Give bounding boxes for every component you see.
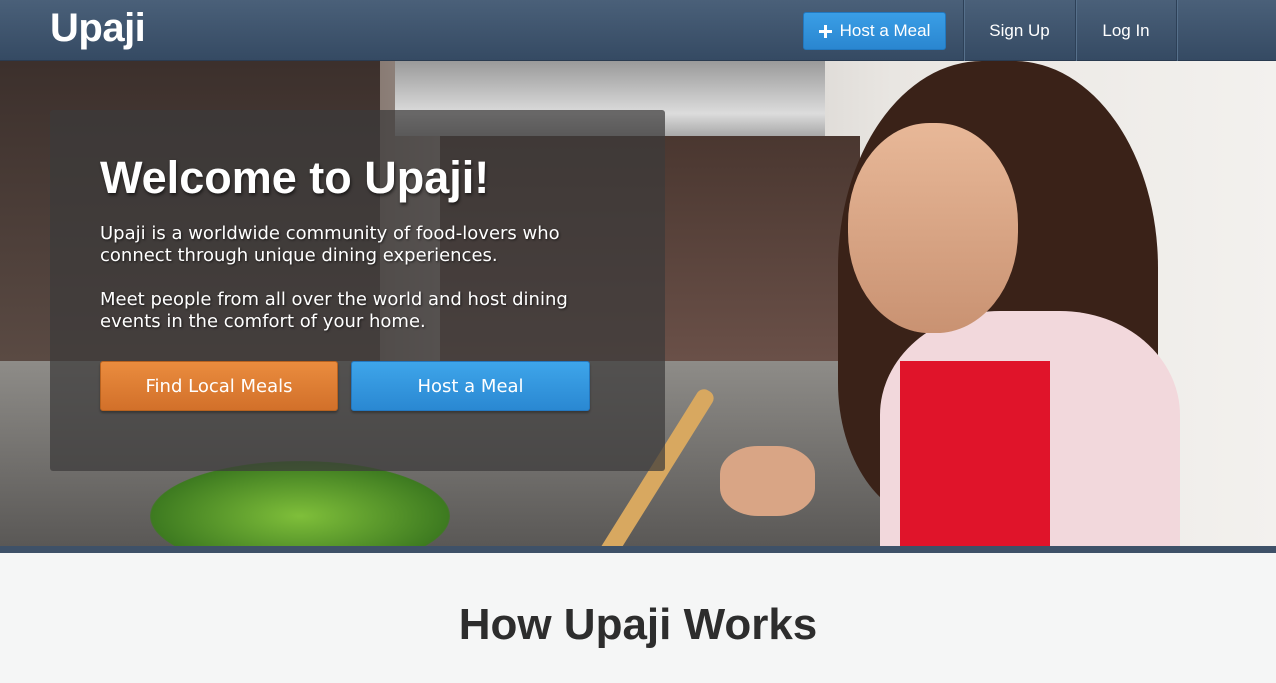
hero-image-woman-face — [848, 123, 1018, 333]
hero-image-apron — [900, 361, 1050, 546]
plus-icon — [818, 24, 832, 38]
nav-host-meal-label: Host a Meal — [839, 21, 931, 40]
brand-logo[interactable]: Upaji — [50, 6, 146, 51]
hero-paragraph-host: Meet people from all over the world and … — [100, 289, 568, 332]
how-it-works-heading: How Upaji Works — [458, 600, 818, 649]
log-in-link[interactable]: Log In — [1076, 0, 1176, 61]
find-local-meals-button[interactable]: Find Local Meals — [100, 361, 338, 411]
hero-title: Welcome to Upaji! — [100, 152, 490, 203]
nav-divider — [1176, 0, 1177, 61]
hero-paragraph-community: Upaji is a worldwide community of food-l… — [100, 223, 560, 266]
top-navbar: Upaji Host a Meal Sign Up Log In — [0, 0, 1276, 61]
nav-host-meal-button[interactable]: Host a Meal — [803, 12, 946, 50]
hero-bottom-border — [0, 546, 1276, 553]
sign-up-link[interactable]: Sign Up — [964, 0, 1075, 61]
host-a-meal-button[interactable]: Host a Meal — [351, 361, 590, 411]
hero-panel: Welcome to Upaji! Upaji is a worldwide c… — [50, 110, 665, 471]
hero-image-hand — [720, 446, 815, 516]
hero-banner: Welcome to Upaji! Upaji is a worldwide c… — [0, 61, 1276, 546]
